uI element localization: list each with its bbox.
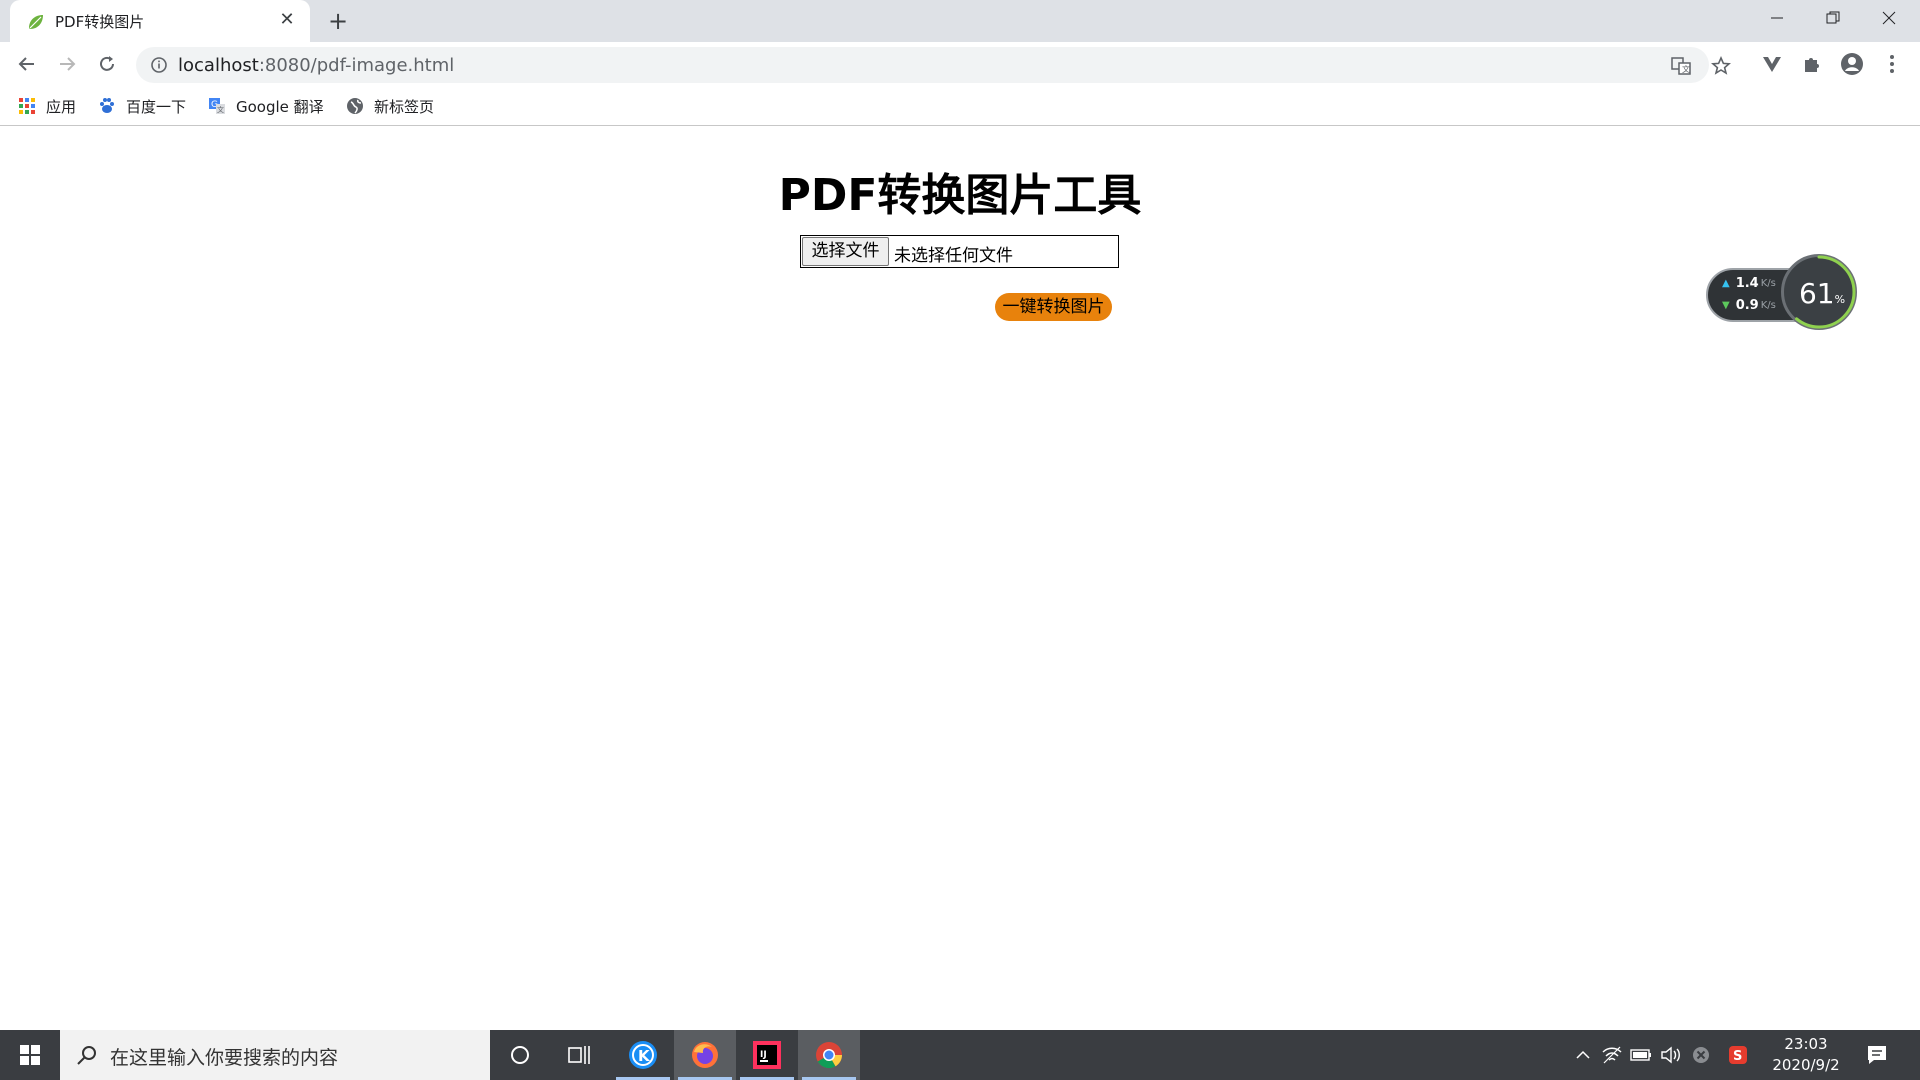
minimize-icon [1771, 17, 1783, 19]
restore-icon [1826, 11, 1840, 24]
svg-text:S: S [1733, 1049, 1742, 1064]
task-view-icon [568, 1046, 590, 1064]
clock-date: 2020/9/2 [1772, 1056, 1840, 1074]
bookmark-apps[interactable]: 应用 [18, 94, 76, 118]
search-icon [77, 1046, 96, 1065]
taskbar-app-firefox[interactable] [674, 1030, 736, 1080]
close-window-button[interactable] [1861, 0, 1917, 36]
svg-text:文: 文 [1682, 64, 1690, 74]
network-error-icon[interactable] [1690, 1044, 1712, 1066]
address-bar[interactable]: localhost:8080/pdf-image.html 文 [136, 47, 1731, 83]
download-arrow-icon: ▼ [1722, 300, 1730, 311]
info-icon[interactable] [150, 56, 168, 74]
taskbar-clock[interactable]: 23:03 2020/9/2 [1762, 1034, 1850, 1076]
new-tab-button[interactable]: + [325, 8, 351, 34]
browser-toolbar: localhost:8080/pdf-image.html 文 [0, 42, 1920, 86]
taskbar-search[interactable]: 在这里输入你要搜索的内容 [60, 1030, 490, 1080]
url-text[interactable]: localhost:8080/pdf-image.html [178, 55, 454, 76]
file-input[interactable]: 选择文件 未选择任何文件 [800, 235, 1119, 268]
page-title: PDF转换图片工具 [778, 170, 1142, 221]
download-speed: ▼ 0.9 K/s [1722, 298, 1776, 313]
cortana-button[interactable] [489, 1030, 551, 1080]
file-status-text: 未选择任何文件 [894, 246, 1013, 266]
translate-icon[interactable]: 文 [1670, 55, 1692, 77]
globe-icon [346, 97, 364, 115]
cortana-icon [511, 1046, 529, 1064]
arrow-right-icon [60, 57, 76, 71]
restore-button[interactable] [1805, 0, 1861, 36]
net-speed-widget[interactable]: ▲ 1.4 K/s ▼ 0.9 K/s 61% [1706, 254, 1857, 334]
firefox-icon [692, 1042, 718, 1068]
bookmark-label: 新标签页 [374, 97, 435, 116]
windows-logo-icon [20, 1045, 40, 1065]
bookmark-google-translate[interactable]: G文 Google 翻译 [208, 94, 324, 118]
wifi-icon[interactable] [1601, 1044, 1623, 1066]
minimize-button[interactable] [1749, 0, 1805, 36]
search-placeholder: 在这里输入你要搜索的内容 [110, 1047, 339, 1069]
usage-gauge: 61% [1781, 254, 1857, 330]
back-button[interactable] [11, 48, 43, 80]
vue-devtools-icon[interactable] [1760, 52, 1784, 76]
svg-text:文: 文 [217, 105, 224, 114]
tab-title: PDF转换图片 [55, 13, 145, 31]
arrow-left-icon [18, 57, 34, 71]
svg-text:K: K [638, 1047, 651, 1065]
upload-arrow-icon: ▲ [1722, 278, 1730, 289]
bookmarks-bar: 应用 百度一下 G文 Google 翻译 新标签页 [0, 86, 1920, 126]
bookmark-label: 应用 [46, 97, 77, 116]
upload-speed: ▲ 1.4 K/s [1722, 276, 1776, 291]
reload-button[interactable] [91, 48, 123, 80]
bookmark-label: 百度一下 [126, 97, 187, 116]
volume-icon[interactable] [1660, 1044, 1682, 1066]
page-content: PDF转换图片工具 选择文件 未选择任何文件 一键转换图片 [0, 127, 1920, 1030]
task-view-button[interactable] [549, 1030, 611, 1080]
forward-button[interactable] [51, 48, 83, 80]
bookmark-baidu[interactable]: 百度一下 [98, 94, 186, 118]
battery-icon[interactable] [1630, 1044, 1652, 1066]
taskbar-app-intellij[interactable]: IJ [736, 1030, 798, 1080]
bookmark-star-icon[interactable] [1710, 55, 1732, 77]
taskbar-app-chrome[interactable] [798, 1030, 860, 1080]
kugou-icon: K [629, 1041, 657, 1069]
extensions-puzzle-icon[interactable] [1800, 52, 1824, 76]
tab-active[interactable]: PDF转换图片 ✕ [10, 0, 310, 42]
bookmark-new-tab[interactable]: 新标签页 [346, 94, 434, 118]
bookmark-label: Google 翻译 [236, 97, 324, 116]
reload-icon [100, 56, 114, 71]
menu-kebab-icon[interactable] [1880, 52, 1904, 76]
tray-overflow-chevron-icon[interactable] [1572, 1044, 1594, 1066]
chrome-icon [816, 1042, 843, 1069]
notification-center-icon[interactable] [1865, 1043, 1889, 1067]
clock-time: 23:03 [1784, 1035, 1828, 1053]
usage-percent: 61% [1798, 277, 1846, 310]
choose-file-button[interactable]: 选择文件 [802, 237, 889, 266]
spring-leaf-icon [29, 15, 43, 29]
intellij-icon: IJ [753, 1041, 781, 1069]
title-bar: PDF转换图片 ✕ + [0, 0, 1920, 42]
google-translate-icon: G文 [208, 97, 226, 115]
svg-text:IJ: IJ [760, 1050, 767, 1060]
tab-close-icon[interactable]: ✕ [276, 9, 298, 31]
baidu-paw-icon [98, 97, 116, 115]
convert-button[interactable]: 一键转换图片 [995, 293, 1112, 321]
apps-grid-icon [18, 97, 36, 115]
close-icon [1882, 11, 1896, 25]
taskbar-app-kugou[interactable]: K [612, 1030, 674, 1080]
profile-avatar-icon[interactable] [1840, 52, 1864, 76]
sogou-input-icon[interactable]: S [1727, 1044, 1749, 1066]
taskbar: 在这里输入你要搜索的内容 K IJ S 23:03 2020/9/2 [0, 1030, 1920, 1080]
start-button[interactable] [0, 1030, 60, 1080]
